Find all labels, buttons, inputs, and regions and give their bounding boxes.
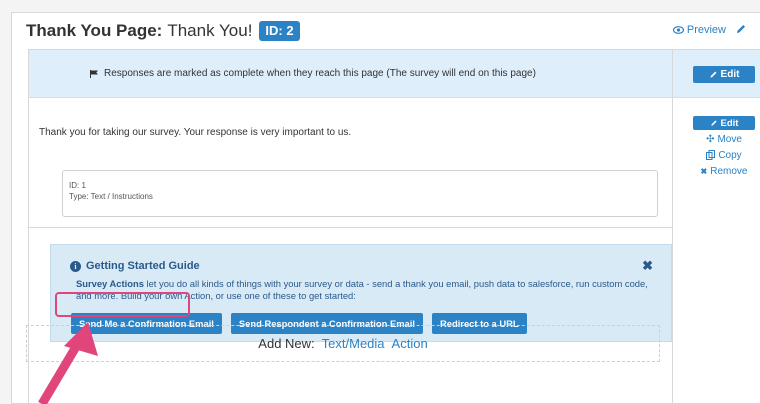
move-icon: ✣ [706, 133, 715, 145]
guide-heading: i Getting Started Guide [70, 260, 200, 272]
page-title-bar: Thank You Page: Thank You! ID: 2 [12, 13, 760, 49]
add-text-media-link[interactable]: Text/Media [322, 336, 385, 351]
pencil-icon [710, 71, 717, 78]
guide-body-bold: Survey Actions [76, 278, 144, 289]
info-icon: i [70, 260, 81, 272]
move-question-link[interactable]: ✣ Move [693, 132, 755, 146]
page-title-prefix: Thank You Page: [26, 21, 163, 40]
preview-label: Preview [686, 24, 726, 36]
preview-link[interactable]: Preview [672, 24, 726, 36]
flag-icon [90, 69, 98, 78]
guide-description: Survey Actions let you do all kinds of t… [76, 278, 666, 302]
copy-question-link[interactable]: Copy [693, 148, 755, 162]
question-id: ID: 1 [69, 181, 86, 190]
edit-completion-button[interactable]: Edit [693, 66, 755, 83]
add-action-link[interactable]: Action [392, 336, 428, 351]
page-title[interactable]: Thank You! [167, 21, 252, 41]
question-block: Thank you for taking our survey. Your re… [29, 98, 672, 228]
completion-side-strip: Edit [673, 50, 760, 98]
page-id-badge: ID: 2 [259, 21, 300, 41]
edit-question-button[interactable]: Edit [693, 116, 755, 130]
question-type: Type: Text / Instructions [69, 192, 153, 201]
remove-icon: ✖ [700, 166, 708, 176]
move-label: Move [717, 133, 742, 145]
copy-icon [706, 150, 716, 160]
add-new-label: Add New: [258, 336, 315, 351]
question-text[interactable]: Thank you for taking our survey. Your re… [39, 127, 351, 138]
question-meta: ID: 1 Type: Text / Instructions [62, 170, 658, 217]
pencil-icon [710, 120, 717, 126]
guide-body-text: let you do all kinds of things with your… [76, 278, 648, 301]
edit-completion-label: Edit [720, 69, 740, 80]
completion-notice: Responses are marked as complete when th… [29, 50, 672, 98]
eye-icon [672, 26, 684, 34]
guide-title: Getting Started Guide [86, 260, 200, 272]
edit-question-label: Edit [720, 117, 739, 129]
pencil-icon[interactable] [735, 23, 747, 38]
close-icon[interactable]: ✖ [642, 258, 653, 274]
add-new-row: Add New: Text/Media Action [26, 325, 660, 362]
remove-label: Remove [710, 165, 748, 177]
completion-message: Responses are marked as complete when th… [104, 68, 536, 79]
question-actions: Edit ✣ Move Copy ✖ Remove [693, 116, 755, 178]
copy-label: Copy [718, 149, 742, 161]
survey-page-card: Thank You Page: Thank You! ID: 2 Preview… [11, 12, 760, 404]
actions-sidebar: Edit Edit ✣ Move Copy ✖ Remove [673, 49, 760, 404]
remove-question-link[interactable]: ✖ Remove [693, 164, 755, 178]
